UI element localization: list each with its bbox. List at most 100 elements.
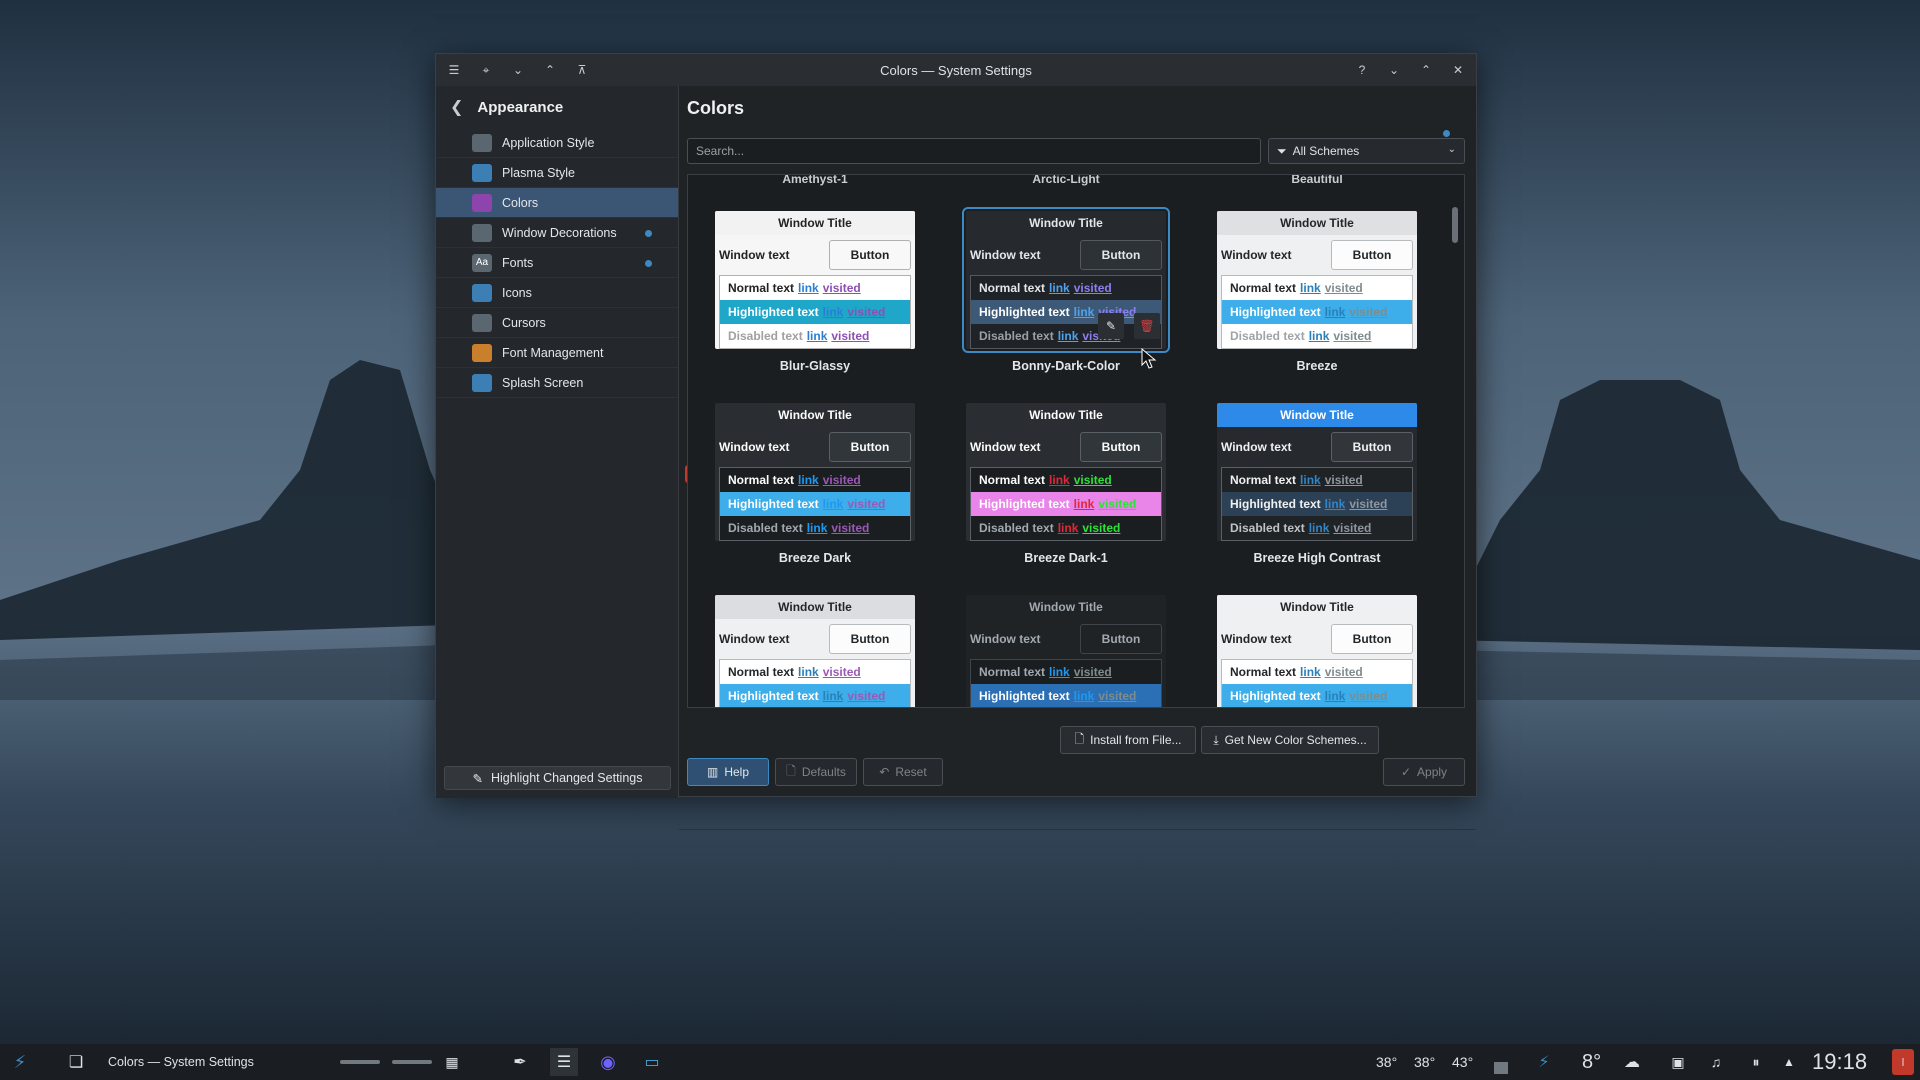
grid-scrollbar[interactable] (1452, 207, 1458, 243)
color-scheme-card[interactable]: Window Title Window text Button Normal text… (715, 595, 915, 707)
preview-view: Normal text link visited Highlighted text li… (719, 467, 911, 541)
keep-below-icon[interactable]: ⌄ (506, 58, 530, 82)
sidebar-item-icons[interactable]: Icons (436, 278, 678, 308)
overview-icon[interactable]: ❏ (62, 1048, 90, 1076)
scheme-preview: Window Title Window text Button Normal text… (966, 595, 1166, 707)
desktop-pager-icon[interactable]: ▦ (438, 1048, 466, 1076)
document-icon: 🗋 (786, 763, 796, 778)
defaults-button-label: Defaults (801, 765, 846, 779)
preview-normal-text: Normal text (979, 281, 1046, 295)
reset-button[interactable]: ↶ Reset (863, 758, 943, 786)
system-settings-window: ☰ ⌖ ⌄ ⌃ ⊼ Colors — System Settings ? ⌄ ⌃… (435, 53, 1477, 830)
preview-view: Normal text link visited Highlighted text li… (970, 659, 1162, 707)
battery-icon[interactable] (1494, 1062, 1508, 1074)
get-new-color-schemes-button[interactable]: ⤓ Get New Color Schemes... (1201, 726, 1379, 754)
file-manager-icon[interactable]: ▭ (638, 1048, 666, 1076)
task-system-settings[interactable]: Colors — System Settings (108, 1048, 254, 1076)
preview-visited: visited (822, 665, 861, 679)
apply-button[interactable]: ✓ Apply (1383, 758, 1465, 786)
tray-expand-icon[interactable]: ▲ (1780, 1050, 1798, 1074)
preview-window-title: Window Title (966, 595, 1166, 619)
sidebar-item-fonts[interactable]: Aa Fonts (436, 248, 678, 278)
preview-highlighted-row: Highlighted text link visited (720, 300, 910, 324)
color-scheme-card[interactable]: Window Title Window text Button Normal text… (1217, 403, 1417, 565)
sidebar-item-colors[interactable]: Colors (436, 188, 678, 218)
preview-visited: visited (1324, 665, 1363, 679)
shade-icon[interactable]: ⊼ (570, 58, 594, 82)
preview-link: link (806, 521, 828, 535)
power-icon[interactable]: ⏽ (1892, 1049, 1914, 1075)
search-input[interactable] (687, 138, 1261, 164)
preview-button: Button (1331, 624, 1413, 654)
install-from-file-button[interactable]: 🗋 Install from File... (1060, 726, 1196, 754)
preview-window-row: Window text Button (966, 427, 1166, 467)
color-scheme-card[interactable]: Window Title Window text Button Normal text… (1217, 211, 1417, 373)
defaults-button[interactable]: 🗋 Defaults (775, 758, 857, 786)
minimize-icon[interactable]: ⌄ (1382, 58, 1406, 82)
scheme-filter-select[interactable]: ⏷ All Schemes ⌄ (1268, 138, 1465, 164)
scheme-preview: Window Title Window text Button Normal text… (715, 595, 915, 707)
preview-visited: visited (1349, 305, 1388, 319)
preview-window-title: Window Title (1217, 403, 1417, 427)
color-scheme-card[interactable]: Window Title Window text Button Normal text… (1217, 595, 1417, 707)
firefox-icon[interactable]: ◉ (594, 1048, 622, 1076)
pin-icon[interactable]: ⌖ (474, 58, 498, 82)
sidebar-item-cursors[interactable]: Cursors (436, 308, 678, 338)
preview-normal-text: Normal text (1230, 473, 1297, 487)
sidebar-item-plasma-style[interactable]: Plasma Style (436, 158, 678, 188)
system-settings-app-icon[interactable]: ☰ (550, 1048, 578, 1076)
splash-screen-icon (472, 373, 492, 392)
pen-app-icon[interactable]: ✒ (506, 1048, 534, 1076)
preview-normal-text: Normal text (979, 665, 1046, 679)
clock[interactable]: 19:18 (1812, 1048, 1867, 1076)
volume-slider[interactable] (340, 1060, 380, 1064)
preview-window-title: Window Title (715, 403, 915, 427)
color-scheme-card[interactable]: Window Title Window text Button Normal text… (715, 211, 915, 373)
preview-link: link (1324, 497, 1346, 511)
preview-disabled-text: Disabled text (728, 521, 803, 535)
preview-link: link (1300, 281, 1321, 295)
maximize-icon[interactable]: ⌃ (1414, 58, 1438, 82)
application-launcher-icon[interactable]: ⚡ (6, 1048, 34, 1076)
scheme-name: Bonny-Dark-Color (1012, 359, 1120, 373)
keep-above-icon[interactable]: ⌃ (538, 58, 562, 82)
preview-window-title: Window Title (1217, 211, 1417, 235)
preview-normal-text: Normal text (728, 281, 795, 295)
preview-link: link (1073, 497, 1095, 511)
edit-scheme-icon[interactable]: ✎ (1098, 313, 1124, 339)
preview-window-text: Window text (719, 632, 790, 646)
back-arrow-icon: ❮ (450, 99, 464, 116)
color-scheme-card[interactable]: Window Title Window text Button Normal text… (715, 403, 915, 565)
kde-connect-icon[interactable]: ⚡ (1530, 1048, 1558, 1076)
preview-highlighted-row: Highlighted text link visited (1222, 300, 1412, 324)
preview-visited: visited (1324, 281, 1363, 295)
color-scheme-card[interactable]: Window Title Window text Button Normal text… (962, 207, 1170, 373)
sidebar-item-application-style[interactable]: Application Style (436, 128, 678, 158)
preview-normal-row: Normal text link visited (1222, 468, 1412, 492)
sidebar-item-font-management[interactable]: Font Management (436, 338, 678, 368)
help-icon[interactable]: ? (1350, 58, 1374, 82)
window-menu-icon[interactable]: ☰ (442, 58, 466, 82)
preview-highlighted-text: Highlighted text (979, 305, 1070, 319)
delete-scheme-icon[interactable]: 🗑 (1134, 313, 1160, 339)
color-scheme-card[interactable]: Window Title Window text Button Normal text… (966, 595, 1166, 707)
weather-cloud-icon[interactable]: ☁ (1618, 1048, 1646, 1076)
brightness-slider[interactable] (392, 1060, 432, 1064)
preview-normal-row: Normal text link visited (1222, 660, 1412, 684)
sidebar-item-window-decorations[interactable]: Window Decorations (436, 218, 678, 248)
updates-icon[interactable]: ▣ (1666, 1050, 1690, 1074)
highlight-changed-settings-button[interactable]: ✎ Highlight Changed Settings (444, 766, 671, 790)
plasma-style-icon (472, 163, 492, 182)
pen-icon: ✎ (472, 771, 483, 786)
preview-visited: visited (831, 329, 870, 343)
preview-disabled-row: Disabled textlinkvisited (1222, 516, 1412, 540)
color-scheme-card[interactable]: Window Title Window text Button Normal text… (966, 403, 1166, 565)
help-button[interactable]: ▥ Help (687, 758, 769, 786)
audio-icon[interactable]: ♫ (1704, 1050, 1728, 1074)
sidebar-back-button[interactable]: ❮ Appearance (436, 86, 678, 128)
media-pause-icon[interactable]: ⏸ (1744, 1050, 1768, 1074)
close-icon[interactable]: ✕ (1446, 58, 1470, 82)
sidebar-item-splash-screen[interactable]: Splash Screen (436, 368, 678, 398)
preview-window-title: Window Title (966, 211, 1166, 235)
weather-temperature[interactable]: 8° (1582, 1048, 1601, 1076)
